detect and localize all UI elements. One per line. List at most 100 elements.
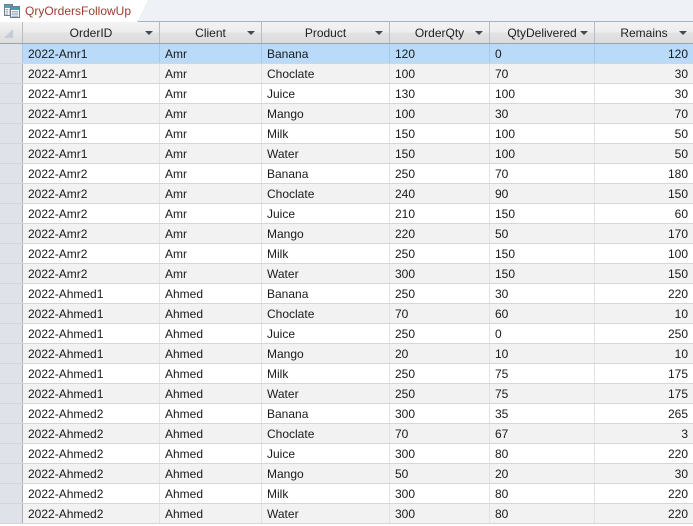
document-tab-query[interactable]: QryOrdersFollowUp — [0, 0, 149, 22]
table-row[interactable]: 2022-Amr2 Amr Water 300 150 150 — [0, 264, 693, 284]
row-selector-cell[interactable] — [0, 244, 23, 263]
cell-product[interactable]: Juice — [262, 324, 390, 343]
cell-client[interactable]: Amr — [160, 184, 262, 203]
cell-remains[interactable]: 220 — [595, 484, 693, 503]
cell-order-qty[interactable]: 250 — [390, 324, 490, 343]
table-row[interactable]: 2022-Amr2 Amr Choclate 240 90 150 — [0, 184, 693, 204]
table-row[interactable]: 2022-Amr1 Amr Mango 100 30 70 — [0, 104, 693, 124]
cell-qty-delivered[interactable]: 80 — [490, 504, 595, 523]
table-row[interactable]: 2022-Amr2 Amr Mango 220 50 170 — [0, 224, 693, 244]
cell-order-qty[interactable]: 120 — [390, 44, 490, 63]
row-selector-cell[interactable] — [0, 124, 23, 143]
cell-qty-delivered[interactable]: 80 — [490, 484, 595, 503]
cell-product[interactable]: Milk — [262, 124, 390, 143]
row-selector-cell[interactable] — [0, 404, 23, 423]
row-selector-cell[interactable] — [0, 144, 23, 163]
cell-qty-delivered[interactable]: 70 — [490, 164, 595, 183]
cell-qty-delivered[interactable]: 10 — [490, 344, 595, 363]
cell-order-qty[interactable]: 210 — [390, 204, 490, 223]
cell-order-id[interactable]: 2022-Amr1 — [23, 124, 160, 143]
row-selector-cell[interactable] — [0, 284, 23, 303]
row-selector-cell[interactable] — [0, 444, 23, 463]
cell-client[interactable]: Ahmed — [160, 504, 262, 523]
cell-qty-delivered[interactable]: 150 — [490, 264, 595, 283]
cell-client[interactable]: Ahmed — [160, 444, 262, 463]
cell-qty-delivered[interactable]: 90 — [490, 184, 595, 203]
cell-remains[interactable]: 120 — [595, 44, 693, 63]
cell-order-qty[interactable]: 300 — [390, 264, 490, 283]
cell-order-id[interactable]: 2022-Amr1 — [23, 84, 160, 103]
table-row[interactable]: 2022-Ahmed1 Ahmed Water 250 75 175 — [0, 384, 693, 404]
row-selector-cell[interactable] — [0, 484, 23, 503]
cell-product[interactable]: Milk — [262, 484, 390, 503]
cell-client[interactable]: Amr — [160, 204, 262, 223]
cell-client[interactable]: Ahmed — [160, 364, 262, 383]
cell-remains[interactable]: 10 — [595, 304, 693, 323]
cell-product[interactable]: Banana — [262, 44, 390, 63]
cell-product[interactable]: Mango — [262, 104, 390, 123]
cell-remains[interactable]: 220 — [595, 444, 693, 463]
cell-order-id[interactable]: 2022-Amr2 — [23, 204, 160, 223]
table-row[interactable]: 2022-Ahmed1 Ahmed Juice 250 0 250 — [0, 324, 693, 344]
cell-client[interactable]: Amr — [160, 244, 262, 263]
cell-order-qty[interactable]: 150 — [390, 144, 490, 163]
row-selector-cell[interactable] — [0, 364, 23, 383]
cell-order-qty[interactable]: 70 — [390, 304, 490, 323]
filter-chevron-down-icon[interactable] — [580, 30, 588, 35]
cell-remains[interactable]: 60 — [595, 204, 693, 223]
table-row[interactable]: 2022-Amr2 Amr Milk 250 150 100 — [0, 244, 693, 264]
cell-qty-delivered[interactable]: 30 — [490, 104, 595, 123]
row-selector-cell[interactable] — [0, 304, 23, 323]
cell-product[interactable]: Juice — [262, 204, 390, 223]
cell-remains[interactable]: 30 — [595, 64, 693, 83]
cell-qty-delivered[interactable]: 150 — [490, 244, 595, 263]
cell-product[interactable]: Banana — [262, 284, 390, 303]
row-selector-cell[interactable] — [0, 464, 23, 483]
cell-product[interactable]: Water — [262, 264, 390, 283]
cell-order-qty[interactable]: 150 — [390, 124, 490, 143]
filter-chevron-down-icon[interactable] — [375, 30, 383, 35]
cell-order-id[interactable]: 2022-Amr2 — [23, 224, 160, 243]
cell-qty-delivered[interactable]: 150 — [490, 204, 595, 223]
table-row[interactable]: 2022-Ahmed1 Ahmed Choclate 70 60 10 — [0, 304, 693, 324]
cell-qty-delivered[interactable]: 20 — [490, 464, 595, 483]
row-selector-cell[interactable] — [0, 64, 23, 83]
cell-product[interactable]: Choclate — [262, 64, 390, 83]
table-row[interactable]: 2022-Ahmed2 Ahmed Banana 300 35 265 — [0, 404, 693, 424]
cell-product[interactable]: Juice — [262, 84, 390, 103]
filter-chevron-down-icon[interactable] — [475, 30, 483, 35]
cell-order-qty[interactable]: 300 — [390, 444, 490, 463]
cell-order-id[interactable]: 2022-Amr1 — [23, 144, 160, 163]
cell-remains[interactable]: 30 — [595, 84, 693, 103]
cell-qty-delivered[interactable]: 30 — [490, 284, 595, 303]
column-header-client[interactable]: Client — [160, 22, 262, 43]
cell-remains[interactable]: 180 — [595, 164, 693, 183]
table-row[interactable]: 2022-Ahmed2 Ahmed Milk 300 80 220 — [0, 484, 693, 504]
cell-product[interactable]: Choclate — [262, 304, 390, 323]
cell-client[interactable]: Ahmed — [160, 284, 262, 303]
cell-product[interactable]: Mango — [262, 344, 390, 363]
table-row[interactable]: 2022-Amr2 Amr Juice 210 150 60 — [0, 204, 693, 224]
cell-order-id[interactable]: 2022-Amr1 — [23, 44, 160, 63]
cell-remains[interactable]: 50 — [595, 144, 693, 163]
cell-product[interactable]: Water — [262, 504, 390, 523]
cell-product[interactable]: Milk — [262, 244, 390, 263]
cell-client[interactable]: Ahmed — [160, 324, 262, 343]
cell-order-id[interactable]: 2022-Ahmed2 — [23, 404, 160, 423]
table-row[interactable]: 2022-Amr1 Amr Water 150 100 50 — [0, 144, 693, 164]
cell-client[interactable]: Ahmed — [160, 304, 262, 323]
cell-client[interactable]: Amr — [160, 164, 262, 183]
table-row[interactable]: 2022-Ahmed2 Ahmed Choclate 70 67 3 — [0, 424, 693, 444]
cell-remains[interactable]: 30 — [595, 464, 693, 483]
cell-product[interactable]: Juice — [262, 444, 390, 463]
table-row[interactable]: 2022-Ahmed1 Ahmed Banana 250 30 220 — [0, 284, 693, 304]
cell-product[interactable]: Mango — [262, 224, 390, 243]
table-row[interactable]: 2022-Amr1 Amr Choclate 100 70 30 — [0, 64, 693, 84]
row-selector-cell[interactable] — [0, 204, 23, 223]
cell-remains[interactable]: 10 — [595, 344, 693, 363]
cell-client[interactable]: Amr — [160, 44, 262, 63]
row-selector-cell[interactable] — [0, 264, 23, 283]
cell-order-qty[interactable]: 300 — [390, 484, 490, 503]
cell-remains[interactable]: 170 — [595, 224, 693, 243]
cell-product[interactable]: Banana — [262, 164, 390, 183]
